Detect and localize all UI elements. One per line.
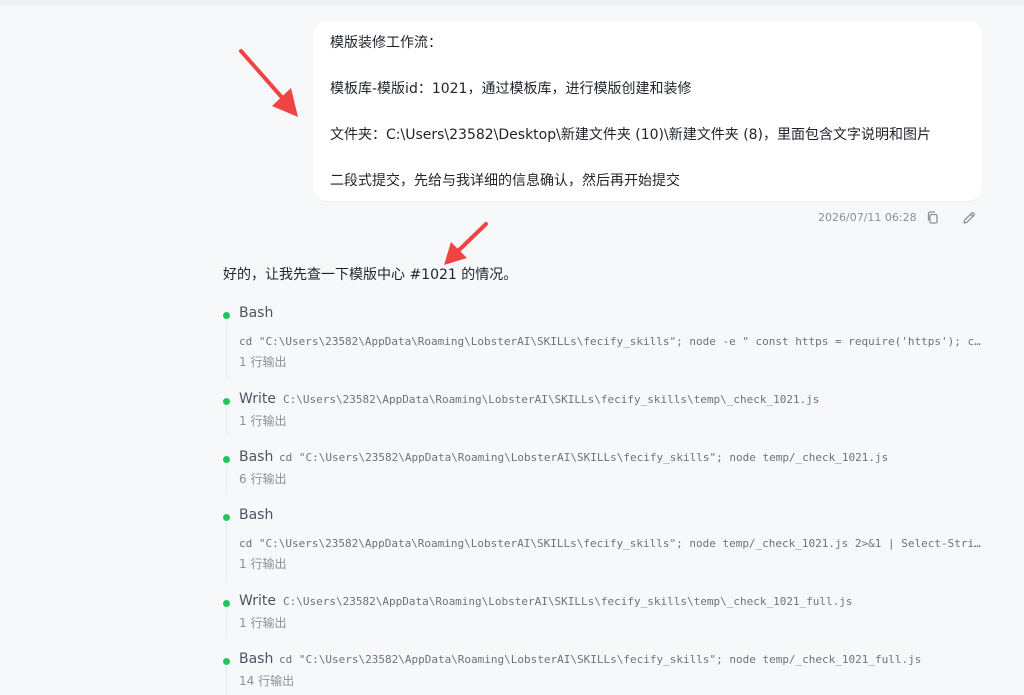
timeline-line — [226, 667, 227, 695]
status-dot — [223, 312, 230, 319]
status-dot — [223, 658, 230, 665]
tool-command: C:\Users\23582\AppData\Roaming\LobsterAI… — [283, 595, 853, 608]
status-dot — [223, 600, 230, 607]
status-dot — [223, 398, 230, 405]
status-dot — [223, 514, 230, 521]
annotation-arrow-icon — [444, 222, 488, 265]
edit-icon — [963, 212, 975, 224]
tool-output-count[interactable]: 1 行输出 — [239, 555, 286, 572]
user-message-bubble: 模版装修工作流： 模板库-模版id：1021，通过模板库，进行模版创建和装修 文… — [313, 21, 982, 201]
tool-output-count[interactable]: 1 行输出 — [239, 614, 286, 631]
tool-output-count[interactable]: 14 行输出 — [239, 672, 294, 689]
user-message-line: 二段式提交，先给与我详细的信息确认，然后再开始提交 — [330, 173, 680, 189]
tool-command: cd "C:\Users\23582\AppData\Roaming\Lobst… — [239, 335, 981, 348]
timeline-line — [226, 321, 227, 379]
edit-button[interactable] — [961, 210, 977, 226]
tool-output-count[interactable]: 1 行输出 — [239, 353, 286, 370]
user-message-line: 模版装修工作流： — [330, 35, 442, 51]
user-message-line: 文件夹：C:\Users\23582\Desktop\新建文件夹 (10)\新建… — [330, 127, 932, 143]
tool-output-count[interactable]: 1 行输出 — [239, 412, 286, 429]
timeline-line — [226, 609, 227, 637]
tool-name: Bash — [239, 305, 274, 321]
tool-command: C:\Users\23582\AppData\Roaming\LobsterAI… — [283, 393, 820, 406]
tool-command: cd "C:\Users\23582\AppData\Roaming\Lobst… — [279, 451, 889, 464]
timeline-line — [226, 465, 227, 493]
tool-name: Write — [239, 593, 276, 609]
tool-command: cd "C:\Users\23582\AppData\Roaming\Lobst… — [239, 537, 981, 550]
tool-name: Bash — [239, 651, 274, 667]
assistant-reply-text: 好的，让我先查一下模版中心 #1021 的情况。 — [223, 267, 518, 283]
copy-button[interactable] — [925, 210, 941, 226]
timeline-line — [226, 407, 227, 435]
status-dot — [223, 456, 230, 463]
tool-name: Write — [239, 391, 276, 407]
tool-command: cd "C:\Users\23582\AppData\Roaming\Lobst… — [279, 653, 922, 666]
copy-icon — [927, 211, 938, 224]
timeline-line — [226, 523, 227, 581]
tool-name: Bash — [239, 449, 274, 465]
user-message-line: 模板库-模版id：1021，通过模板库，进行模版创建和装修 — [330, 81, 692, 97]
message-timestamp: 2026/07/11 06:28 — [818, 211, 917, 224]
tool-name: Bash — [239, 507, 274, 523]
annotation-arrow-icon — [239, 49, 298, 117]
top-divider — [0, 0, 1024, 5]
tool-output-count[interactable]: 6 行输出 — [239, 470, 286, 487]
